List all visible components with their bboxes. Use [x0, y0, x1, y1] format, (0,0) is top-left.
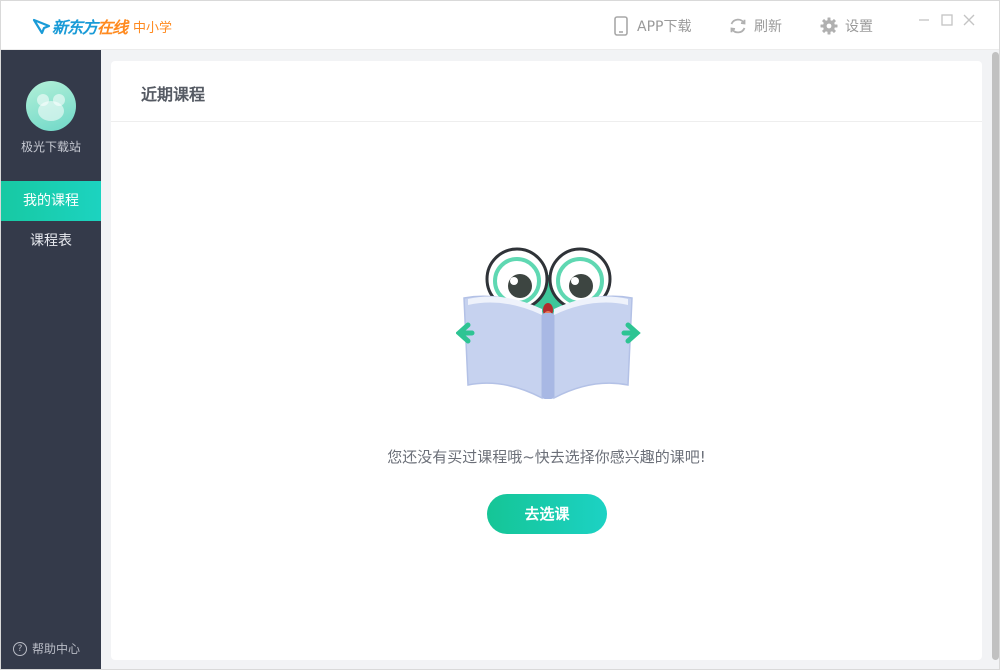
brand-name: 新东方在线 — [52, 18, 128, 37]
sidebar: 极光下载站 我的课程 课程表 ? 帮助中心 — [1, 50, 101, 669]
settings-label: 设置 — [845, 19, 873, 35]
app-download-button[interactable]: APP下载 — [611, 14, 691, 38]
empty-state-message: 您还没有买过课程哦~快去选择你感兴趣的课吧! — [387, 448, 706, 466]
frog-avatar-icon — [37, 94, 65, 121]
help-icon: ? — [13, 641, 27, 656]
brand-mark-icon — [31, 16, 51, 36]
minimize-button[interactable] — [915, 11, 933, 29]
app-logo: 新东方在线 中小学 — [31, 13, 172, 39]
avatar[interactable] — [26, 81, 76, 131]
help-center-label: 帮助中心 — [32, 642, 81, 656]
frog-reading-book-icon — [455, 247, 641, 400]
close-icon — [963, 14, 975, 26]
sidebar-item-my-courses[interactable]: 我的课程 — [1, 181, 101, 221]
gear-icon — [819, 16, 839, 36]
phone-icon — [611, 16, 631, 36]
refresh-button[interactable]: 刷新 — [728, 14, 782, 38]
scrollbar-thumb[interactable] — [992, 52, 999, 660]
app-download-label: APP下载 — [637, 19, 692, 35]
app-window: 新东方在线 中小学 APP下载 刷新 设置 极光下载站 我的课程 课程表 ? 帮… — [0, 0, 1000, 670]
choose-course-button[interactable]: 去选课 — [487, 494, 607, 534]
sidebar-item-label: 我的课程 — [23, 193, 79, 209]
maximize-icon — [941, 14, 953, 26]
maximize-button[interactable] — [938, 11, 956, 29]
minimize-icon — [919, 19, 929, 21]
title-bar: 新东方在线 中小学 APP下载 刷新 设置 — [1, 1, 999, 50]
username: 极光下载站 — [20, 140, 81, 154]
section-title: 近期课程 — [141, 85, 206, 104]
sidebar-item-label: 课程表 — [30, 233, 72, 249]
refresh-icon — [728, 16, 748, 36]
help-center-link[interactable]: ? 帮助中心 — [13, 640, 80, 657]
sidebar-item-schedule[interactable]: 课程表 — [1, 221, 101, 261]
close-button[interactable] — [960, 11, 978, 29]
settings-button[interactable]: 设置 — [819, 14, 873, 38]
divider — [111, 121, 982, 122]
empty-state-illustration — [455, 243, 646, 403]
brand-subtitle: 中小学 — [133, 20, 173, 36]
refresh-label: 刷新 — [754, 19, 782, 35]
main-panel: 近期课程 您还没有买过课程哦~快去选择你感兴趣的课吧! 去选课 — [111, 61, 982, 660]
